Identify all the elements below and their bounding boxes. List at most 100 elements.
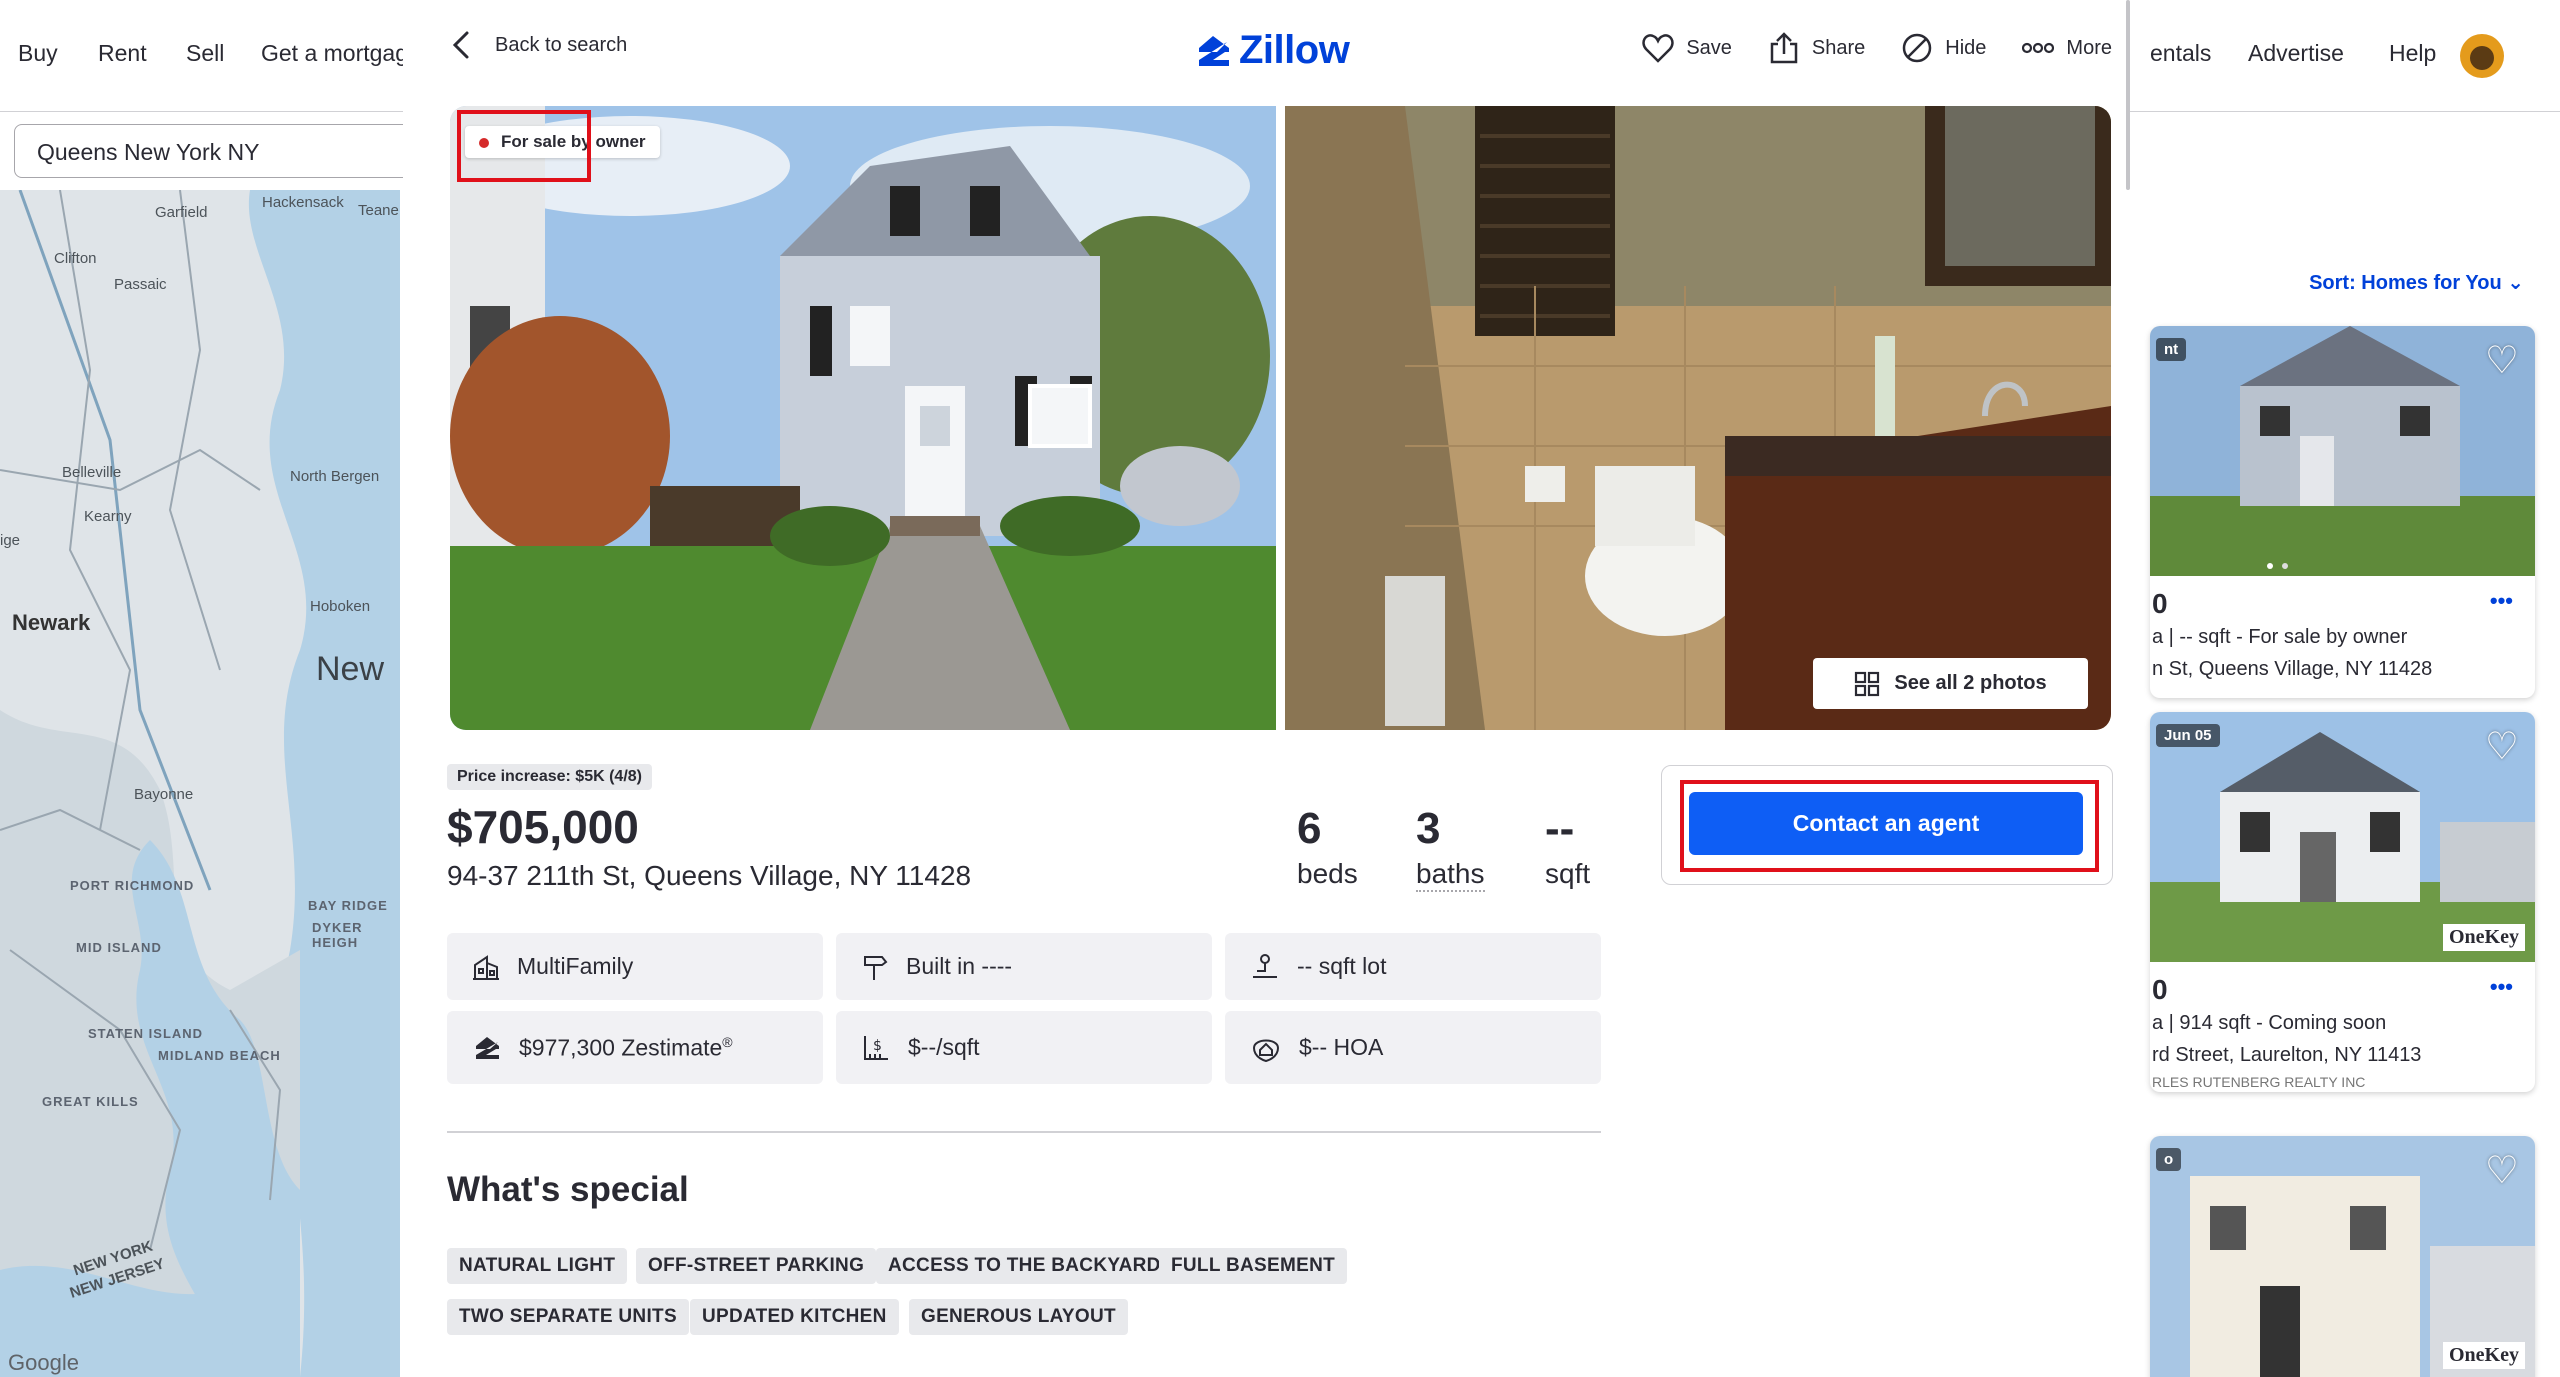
building-icon: [473, 954, 499, 980]
map-label: Belleville: [62, 464, 122, 481]
highlight-box: [1680, 780, 2099, 872]
map-label: DYKER HEIGH: [312, 920, 363, 950]
listing-address: 94-37 211th St, Queens Village, NY 11428: [447, 860, 972, 891]
grid-icon: [1855, 671, 1880, 696]
price-change-badge: Price increase: $5K (4/8): [447, 764, 652, 790]
back-label: Back to search: [495, 33, 628, 56]
hide-icon: [1903, 33, 1932, 63]
hide-label: Hide: [1945, 36, 1987, 59]
baths-value: 3: [1416, 804, 1441, 853]
zillow-house-icon: [476, 1036, 499, 1059]
listing-card[interactable]: o ♡ OneKey: [2150, 1136, 2535, 1377]
zillow-logo[interactable]: Zillow: [1195, 28, 1350, 73]
fact-year-built-value: Built in ----: [906, 953, 1013, 979]
map-label: MID ISLAND: [76, 940, 162, 955]
back-to-search-button[interactable]: Back to search: [451, 30, 627, 60]
fact-hoa: $-- HOA: [1225, 1011, 1601, 1084]
baths-stat[interactable]: 3 baths: [1416, 804, 1485, 892]
more-icon[interactable]: •••: [2490, 588, 2513, 614]
more-label: More: [2066, 36, 2112, 59]
share-label: Share: [1811, 36, 1866, 59]
highlight-box: [457, 110, 591, 182]
search-value: Queens New York NY: [37, 139, 260, 165]
fact-home-type-value: MultiFamily: [517, 953, 634, 979]
map[interactable]: Hackensack Teane Garfield Clifton Passai…: [0, 190, 400, 1377]
map-label: Kearny: [84, 508, 132, 525]
nav-buy[interactable]: Buy: [18, 40, 58, 67]
listing-card-photo: [2150, 1136, 2535, 1377]
heart-icon[interactable]: ♡: [2485, 338, 2519, 383]
bathroom-photo: [1285, 106, 2111, 730]
sort-dropdown[interactable]: Sort: Homes for You ⌄: [2309, 270, 2524, 295]
sqft-label: sqft: [1545, 858, 1591, 889]
card-address: n St, Queens Village, NY 11428: [2152, 658, 2433, 680]
hide-button[interactable]: Hide: [1901, 32, 1986, 64]
map-label: New: [316, 650, 385, 688]
listing-card[interactable]: Jun 05 ♡ OneKey 0 ••• a | 914 sqft - Com…: [2150, 712, 2535, 1092]
svg-text:$: $: [873, 1038, 882, 1054]
page: Buy Rent Sell Get a mortgag entals Adver…: [0, 0, 2560, 1377]
map-label: Hoboken: [310, 598, 371, 615]
map-label: Bayonne: [134, 786, 194, 803]
header-actions: Save Share Hide More: [1642, 32, 2112, 64]
feature-tag: ACCESS TO THE BACKYARD: [876, 1248, 1173, 1284]
map-shapes: [0, 190, 400, 1377]
card-details: a | 914 sqft - Coming soon: [2152, 1012, 2387, 1034]
section-divider: [447, 1131, 1601, 1133]
map-label: North Bergen: [290, 468, 380, 485]
fact-lot-size: -- sqft lot: [1225, 933, 1601, 1000]
listing-card[interactable]: nt ♡ 0 ••• a | -- sqft - For sale by own…: [2150, 326, 2535, 698]
card-price: 0: [2152, 974, 2168, 1005]
price-per-sqft-icon: $: [864, 1035, 888, 1060]
map-label: BAY RIDGE: [308, 898, 388, 913]
nav-rentals[interactable]: entals: [2150, 40, 2211, 67]
fact-home-type: MultiFamily: [447, 933, 823, 1000]
listing-card-photo: [2150, 326, 2535, 576]
map-label: STATEN ISLAND: [88, 1026, 204, 1041]
nav-advertise[interactable]: Advertise: [2248, 40, 2344, 67]
lot-size-icon: [1253, 953, 1277, 978]
nav-help[interactable]: Help: [2389, 40, 2436, 67]
nav-mortgage[interactable]: Get a mortgag: [261, 40, 408, 67]
main-photo[interactable]: [450, 106, 1276, 730]
chevron-left-icon: [452, 31, 469, 59]
see-all-photos-button[interactable]: See all 2 photos: [1813, 658, 2088, 709]
beds-label: beds: [1297, 858, 1358, 889]
map-label: ige: [0, 532, 21, 549]
more-button[interactable]: More: [2022, 32, 2112, 64]
fact-lot-size-value: -- sqft lot: [1297, 953, 1387, 979]
nav-sell[interactable]: Sell: [186, 40, 224, 67]
more-icon: [2022, 42, 2055, 54]
heart-icon: [1642, 34, 1674, 63]
more-icon[interactable]: •••: [2490, 974, 2513, 1000]
fact-price-per-sqft-value: $--/sqft: [908, 1034, 980, 1060]
google-logo: Google: [8, 1350, 79, 1375]
map-label: Garfield: [155, 204, 208, 221]
card-address: rd Street, Laurelton, NY 11413: [2152, 1044, 2422, 1066]
secondary-photo[interactable]: [1285, 106, 2111, 730]
share-button[interactable]: Share: [1768, 32, 1865, 64]
feature-tag: UPDATED KITCHEN: [690, 1299, 899, 1335]
heart-icon[interactable]: ♡: [2485, 1148, 2519, 1193]
house-exterior-photo: [450, 106, 1276, 730]
nav-rent[interactable]: Rent: [98, 40, 147, 67]
chevron-down-icon: ⌄: [2507, 272, 2524, 294]
logo-text: Zillow: [1239, 28, 1350, 72]
save-button[interactable]: Save: [1642, 32, 1732, 64]
card-tag: o: [2156, 1148, 2182, 1171]
share-icon: [1770, 32, 1798, 64]
listing-price: $705,000: [447, 801, 639, 853]
map-label: Clifton: [54, 250, 97, 267]
user-avatar[interactable]: [2460, 34, 2504, 78]
save-label: Save: [1686, 36, 1732, 59]
feature-tag: FULL BASEMENT: [1159, 1248, 1347, 1284]
map-label: Teane: [358, 202, 399, 219]
card-details: a | -- sqft - For sale by owner: [2152, 626, 2408, 648]
card-tag: nt: [2156, 338, 2187, 361]
heart-icon[interactable]: ♡: [2485, 724, 2519, 769]
beds-stat: 6 beds: [1297, 804, 1358, 890]
fact-zestimate[interactable]: $977,300 Zestimate®: [447, 1011, 823, 1084]
location-search-input[interactable]: Queens New York NY: [14, 124, 434, 178]
fact-zestimate-value: $977,300 Zestimate®: [519, 1033, 733, 1061]
card-broker: RLES RUTENBERG REALTY INC: [2152, 1074, 2366, 1090]
